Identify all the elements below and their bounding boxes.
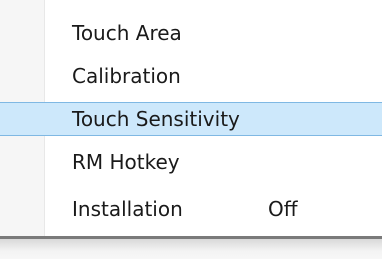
menu-shadow: [0, 239, 382, 259]
menu-item-label: Touch Area: [72, 21, 182, 45]
menu-item-label: Touch Sensitivity: [72, 107, 240, 131]
menu-item-calibration[interactable]: Calibration: [0, 59, 382, 93]
menu-item-label: Installation: [72, 197, 183, 221]
menu-item-installation[interactable]: Installation Off: [0, 192, 382, 226]
menu-item-label: RM Hotkey: [72, 150, 180, 174]
menu-item-rm-hotkey[interactable]: RM Hotkey: [0, 145, 382, 179]
menu-item-touch-area[interactable]: Touch Area: [0, 16, 382, 50]
menu-item-label: Calibration: [72, 64, 181, 88]
menu-item-touch-sensitivity[interactable]: Touch Sensitivity: [0, 102, 382, 136]
context-menu: Touch Area Calibration Touch Sensitivity…: [0, 0, 382, 236]
screen: Touch Area Calibration Touch Sensitivity…: [0, 0, 382, 259]
menu-item-value: Off: [268, 197, 298, 221]
